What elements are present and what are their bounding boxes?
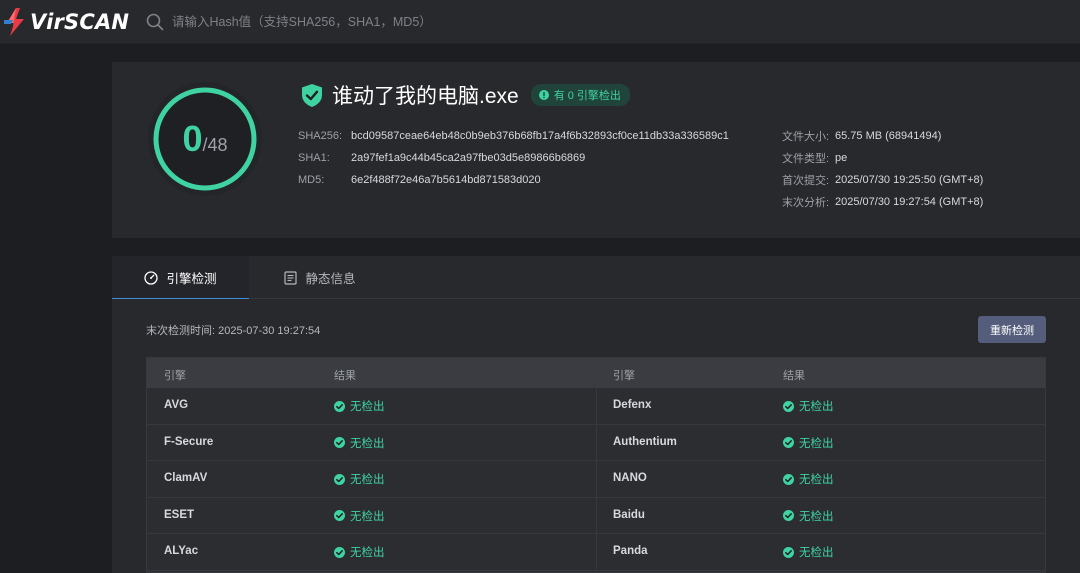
shield-check-icon <box>302 83 322 107</box>
hash-row-sha1: SHA1: 2a97fef1a9c44b45ca2a97fbe03d5e8986… <box>298 149 585 167</box>
table-header: 引擎 结果 引擎 结果 <box>147 358 1045 388</box>
tab-engine-detection[interactable]: 引擎检测 <box>112 256 249 300</box>
rescan-button[interactable]: 重新检测 <box>978 316 1046 343</box>
table-row: ClamAV 无检出 NANO 无检出 <box>147 461 1045 498</box>
detection-badge: 有 0 引擎检出 <box>530 84 630 106</box>
meta-value: 2025/07/30 19:25:50 (GMT+8) <box>835 174 984 186</box>
engine-results-table: 引擎 结果 引擎 结果 AVG 无检出 Defenx 无检出 F-Secure <box>146 357 1046 573</box>
virscan-logo-icon <box>4 8 24 36</box>
engine-name: F-Secure <box>164 435 214 448</box>
result-label: 无检出 <box>799 401 834 413</box>
column-header-engine: 引擎 <box>164 370 186 382</box>
result-cell: 无检出 <box>783 508 834 524</box>
column-header-result: 结果 <box>334 370 356 382</box>
hash-value: 2a97fef1a9c44b45ca2a97fbe03d5e89866b6869 <box>351 152 586 164</box>
result-label: 无检出 <box>350 474 385 486</box>
meta-key: 首次提交: <box>782 175 830 187</box>
tab-label: 引擎检测 <box>166 272 217 286</box>
engine-name: NANO <box>613 472 647 484</box>
table-row: ALYac 无检出 Panda 无检出 <box>147 534 1045 571</box>
result-label: 无检出 <box>799 547 834 559</box>
result-cell: 无检出 <box>334 398 385 414</box>
check-circle-icon <box>334 510 345 521</box>
column-header-engine: 引擎 <box>613 370 635 382</box>
check-circle-icon <box>334 473 345 485</box>
result-cell: 无检出 <box>783 471 834 487</box>
hash-value: bcd09587ceae64eb48c0b9eb376b68fb17a4f6b3… <box>351 130 729 142</box>
engine-name: Panda <box>613 545 648 557</box>
detected-count: 0 <box>182 118 203 159</box>
meta-row-file-size: 文件大小: 65.75 MB (68941494) <box>782 127 941 145</box>
meta-key: 文件类型: <box>782 153 830 165</box>
hash-key: SHA1: <box>298 152 330 164</box>
last-scan-time: 末次检测时间: 2025-07-30 19:27:54 <box>146 325 321 337</box>
meta-row-file-type: 文件类型: pe <box>782 149 847 167</box>
result-label: 无检出 <box>799 437 834 450</box>
engine-name: ClamAV <box>164 472 208 484</box>
column-header-result: 结果 <box>783 370 805 382</box>
result-label: 无检出 <box>799 510 834 523</box>
gauge-icon <box>144 270 159 285</box>
search-bar <box>146 12 532 32</box>
search-input[interactable] <box>172 15 532 29</box>
check-circle-icon <box>334 546 345 558</box>
engine-name: Authentium <box>613 435 677 448</box>
meta-value: 65.75 MB (68941494) <box>835 130 942 142</box>
tab-label: 静态信息 <box>305 272 356 286</box>
check-circle-icon <box>783 400 794 412</box>
meta-row-first-submit: 首次提交: 2025/07/30 19:25:50 (GMT+8) <box>782 171 983 189</box>
result-cell: 无检出 <box>334 471 385 487</box>
result-cell: 无检出 <box>334 435 385 451</box>
table-body: AVG 无检出 Defenx 无检出 F-Secure 无检出 Authenti… <box>147 388 1045 571</box>
result-label: 无检出 <box>350 437 385 450</box>
detection-score: 0 /48 <box>146 80 264 198</box>
engine-name: Baidu <box>613 508 645 521</box>
tab-bar: 引擎检测 静态信息 <box>112 256 1080 300</box>
result-cell: 无检出 <box>783 544 834 560</box>
top-bar: VirSCAN <box>0 0 1080 44</box>
check-circle-icon <box>783 473 794 485</box>
meta-row-last-analysis: 末次分析: 2025/07/30 19:27:54 (GMT+8) <box>782 193 983 211</box>
result-cell: 无检出 <box>334 544 385 560</box>
meta-key: 末次分析: <box>782 197 830 209</box>
hash-value: 6e2f488f72e46a7b5614bd871583d020 <box>351 174 541 186</box>
check-circle-icon <box>334 437 345 448</box>
result-label: 无检出 <box>350 547 385 559</box>
hash-key: SHA256: <box>298 130 343 142</box>
table-row: F-Secure 无检出 Authentium 无检出 <box>147 424 1045 461</box>
engine-name: ALYac <box>164 545 199 557</box>
document-icon <box>284 270 298 285</box>
file-title: 谁动了我的电脑.exe 有 0 引擎检出 <box>302 80 630 110</box>
check-circle-icon <box>783 546 794 558</box>
logo-text: VirSCAN <box>30 10 130 34</box>
hash-row-md5: MD5: 6e2f488f72e46a7b5614bd871583d020 <box>298 171 541 189</box>
table-row: AVG 无检出 Defenx 无检出 <box>147 388 1045 425</box>
meta-value: pe <box>835 152 848 164</box>
table-row: ESET 无检出 Baidu 无检出 <box>147 497 1045 534</box>
check-circle-icon <box>334 400 345 412</box>
info-icon <box>538 90 549 100</box>
file-name: 谁动了我的电脑.exe <box>332 85 519 108</box>
result-label: 无检出 <box>799 474 834 486</box>
meta-key: 文件大小: <box>782 131 830 143</box>
result-cell: 无检出 <box>783 435 834 451</box>
logo[interactable]: VirSCAN <box>4 7 129 37</box>
tab-static-info[interactable]: 静态信息 <box>270 256 370 299</box>
check-circle-icon <box>783 437 794 448</box>
engine-name: Defenx <box>613 399 652 411</box>
engine-name: ESET <box>164 508 195 521</box>
badge-label: 有 0 引擎检出 <box>553 90 621 102</box>
engine-name: AVG <box>164 399 189 411</box>
hash-row-sha256: SHA256: bcd09587ceae64eb48c0b9eb376b68fb… <box>298 127 729 145</box>
result-label: 无检出 <box>350 401 385 413</box>
meta-value: 2025/07/30 19:27:54 (GMT+8) <box>835 196 984 208</box>
hash-key: MD5: <box>298 174 325 186</box>
check-circle-icon <box>783 510 794 521</box>
result-cell: 无检出 <box>334 508 385 524</box>
search-icon[interactable] <box>146 13 164 31</box>
engine-total: /48 <box>202 134 228 155</box>
result-label: 无检出 <box>350 510 385 523</box>
result-cell: 无检出 <box>783 398 834 414</box>
